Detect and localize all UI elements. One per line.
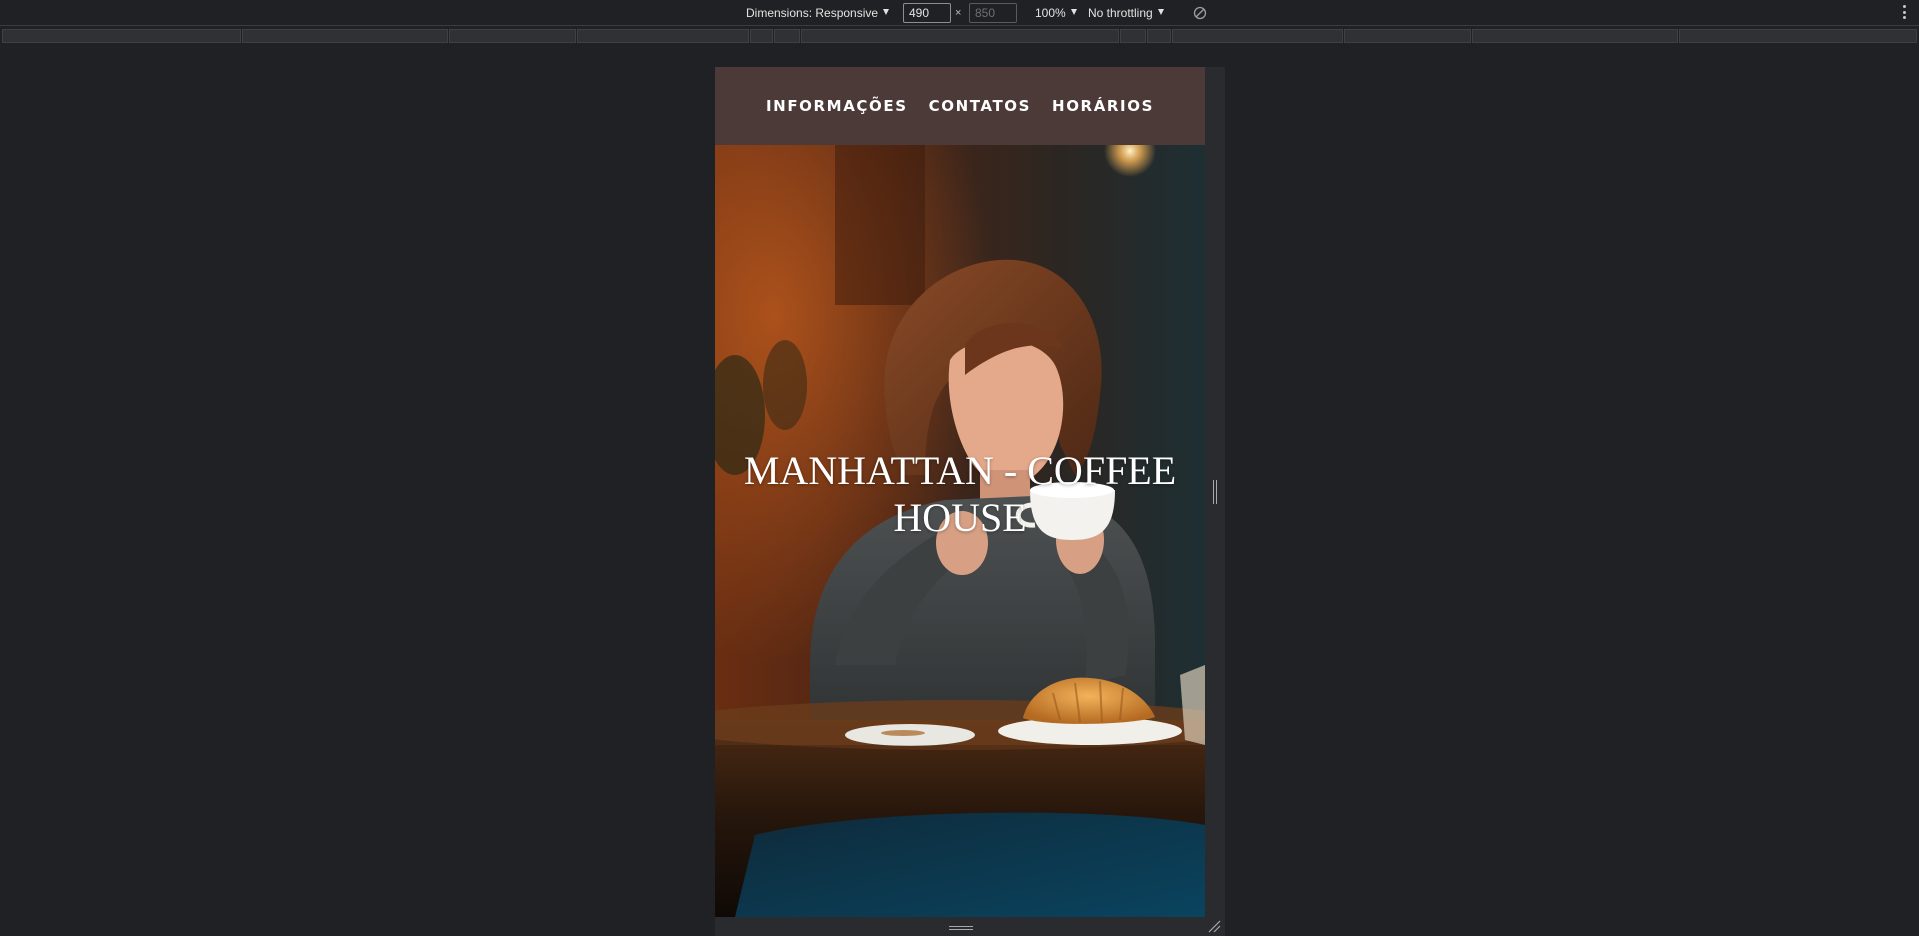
device-viewport: INFORMAÇÕES CONTATOS HORÁRIOS MANHATTAN … — [715, 67, 1205, 917]
resize-corner-icon[interactable] — [1207, 919, 1221, 933]
times-symbol: × — [955, 7, 962, 19]
zoom-label: 100% — [1035, 6, 1066, 20]
zoom-dropdown[interactable]: 100% — [1035, 4, 1077, 22]
media-query-segment[interactable] — [1120, 29, 1146, 43]
dimensions-label: Dimensions: Responsive — [746, 6, 879, 20]
site-nav: INFORMAÇÕES CONTATOS HORÁRIOS — [715, 67, 1205, 145]
grip-icon — [949, 926, 973, 930]
media-query-segment[interactable] — [2, 29, 241, 43]
grip-icon — [1213, 480, 1217, 504]
rotate-icon[interactable] — [1193, 6, 1207, 20]
height-input[interactable]: 850 — [969, 3, 1017, 23]
media-query-segment[interactable] — [449, 29, 576, 43]
media-query-segment[interactable] — [1147, 29, 1171, 43]
media-query-segment[interactable] — [1344, 29, 1471, 43]
media-query-segment[interactable] — [577, 29, 749, 43]
hero-section: MANHATTAN - COFFEE HOUSE — [715, 145, 1205, 917]
media-query-segment[interactable] — [1679, 29, 1917, 43]
media-query-segment[interactable] — [774, 29, 800, 43]
hero-title: MANHATTAN - COFFEE HOUSE — [715, 447, 1205, 541]
hero-title-line1: MANHATTAN - COFFEE — [743, 448, 1177, 493]
throttling-label: No throttling — [1088, 6, 1153, 20]
media-query-segment[interactable] — [1172, 29, 1343, 43]
width-input[interactable]: 490 — [903, 3, 951, 23]
hero-title-line2: HOUSE — [893, 495, 1027, 540]
media-query-segment[interactable] — [242, 29, 448, 43]
device-toolbar: Dimensions: Responsive 490 × 850 100% No… — [0, 0, 1919, 26]
media-query-bar — [0, 27, 1919, 45]
media-query-segment[interactable] — [801, 29, 1119, 43]
media-query-segment[interactable] — [1472, 29, 1678, 43]
media-query-segment[interactable] — [750, 29, 773, 43]
chevron-down-icon — [1157, 9, 1164, 15]
nav-link-informacoes[interactable]: INFORMAÇÕES — [766, 97, 908, 115]
throttling-dropdown[interactable]: No throttling — [1088, 4, 1164, 22]
nav-link-horarios[interactable]: HORÁRIOS — [1052, 97, 1154, 115]
resize-handle-bottom[interactable] — [715, 917, 1225, 936]
chevron-down-icon — [1070, 9, 1077, 15]
more-vertical-icon[interactable] — [1903, 5, 1907, 21]
chevron-down-icon — [883, 9, 890, 15]
resize-handle-right[interactable] — [1205, 67, 1225, 917]
nav-link-contatos[interactable]: CONTATOS — [929, 97, 1031, 115]
dimensions-dropdown[interactable]: Dimensions: Responsive — [746, 4, 890, 22]
